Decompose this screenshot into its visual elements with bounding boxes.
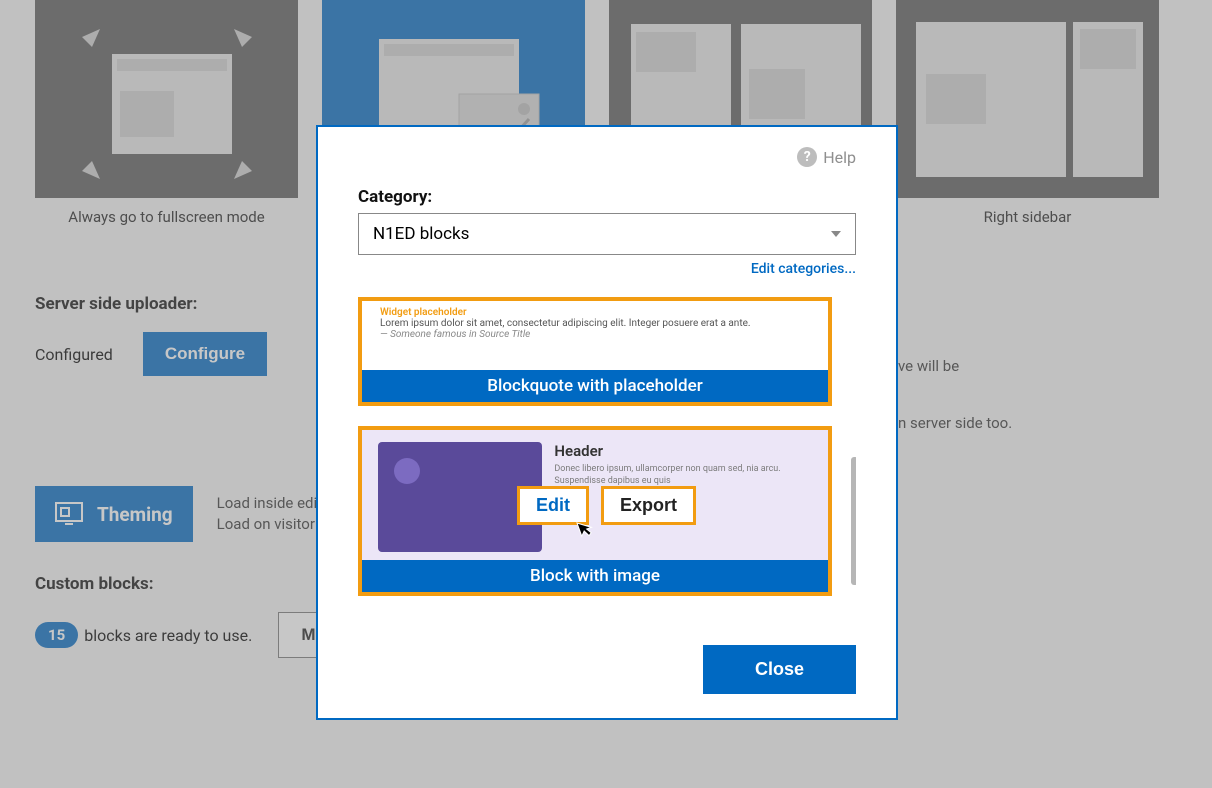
block-card-blockquote[interactable]: Widget placeholder Lorem ipsum dolor sit… [358, 297, 832, 406]
block-header: Header [554, 442, 812, 460]
export-button[interactable]: Export [601, 486, 696, 525]
help-icon[interactable]: ? [797, 147, 817, 167]
scrollbar-thumb[interactable] [851, 457, 856, 585]
quote-text: Lorem ipsum dolor sit amet, consectetur … [380, 318, 810, 329]
block-lorem: Donec libero ipsum, ullamcorper non quam… [554, 464, 812, 487]
category-dialog: ? Help Category: N1ED blocks Edit catego… [316, 125, 898, 720]
block-list: Widget placeholder Lorem ipsum dolor sit… [358, 297, 856, 625]
category-value: N1ED blocks [373, 224, 469, 244]
block-title: Blockquote with placeholder [362, 370, 828, 402]
category-select[interactable]: N1ED blocks [358, 213, 856, 255]
help-label[interactable]: Help [823, 148, 856, 167]
category-label: Category: [358, 187, 856, 207]
block-card-image[interactable]: Drag'n'drop to reorder Header Donec libe… [358, 426, 832, 596]
close-button[interactable]: Close [703, 645, 856, 694]
edit-categories-link[interactable]: Edit categories... [751, 261, 856, 277]
block-title: Block with image [362, 560, 828, 592]
widget-placeholder-label: Widget placeholder [380, 307, 810, 318]
chevron-down-icon [831, 231, 841, 237]
